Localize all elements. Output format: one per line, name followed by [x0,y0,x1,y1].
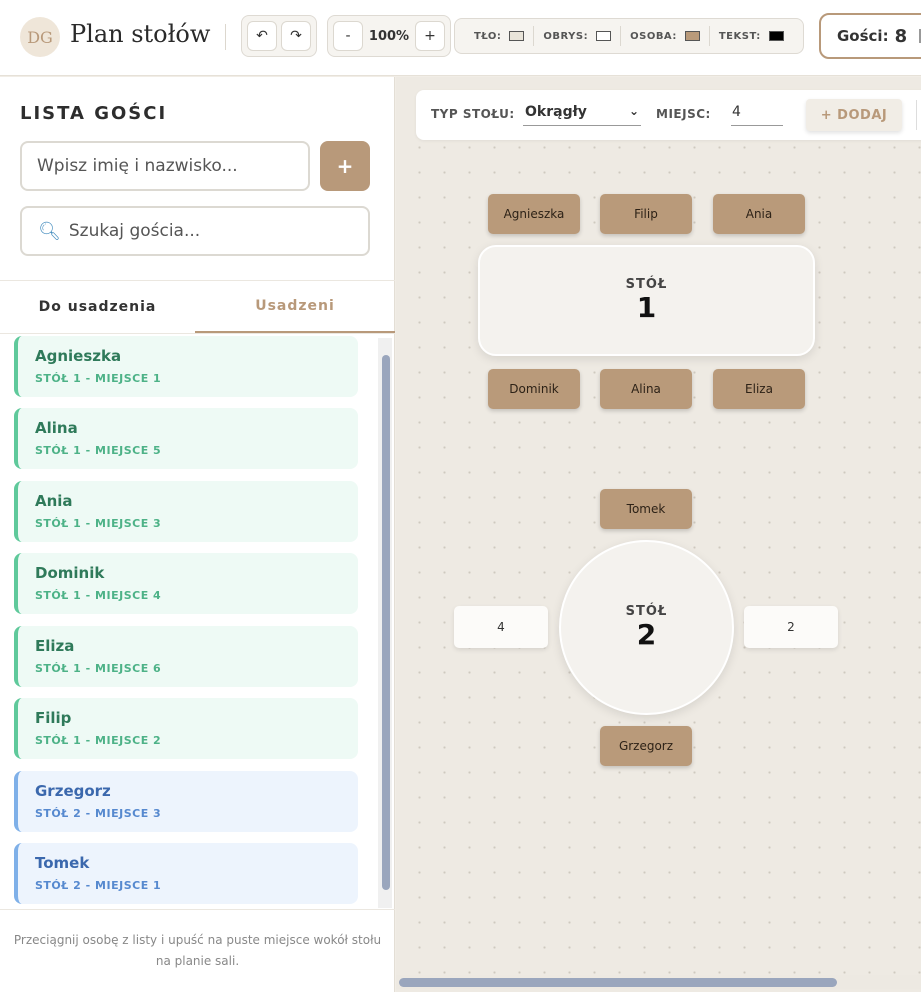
guest-card[interactable]: Tomek STÓŁ 2 - MIEJSCE 1 [14,843,358,904]
guest-name: Dominik [35,564,105,582]
seat[interactable]: Alina [600,369,692,409]
seat[interactable]: Tomek [600,489,692,529]
tab-unseated[interactable]: Do usadzenia [0,281,195,333]
guest-name: Eliza [35,637,75,655]
floor-plan-canvas[interactable]: TYP STOŁU: Okrągły ⌄ MIEJSC: 4 + DODAJ A… [396,77,921,992]
color-background[interactable]: TŁO: [465,26,535,46]
zoom-out-button[interactable]: - [333,21,363,51]
redo-button[interactable]: ↷ [281,21,311,51]
header-divider [225,24,226,50]
seat[interactable]: Filip [600,194,692,234]
seat[interactable]: Ania [713,194,805,234]
guest-sidebar: LISTA GOŚCI Wpisz imię i nazwisko... + 🔍… [0,77,395,992]
guest-name: Grzegorz [35,782,111,800]
guest-card[interactable]: Agnieszka STÓŁ 1 - MIEJSCE 1 [14,336,358,397]
add-guest-button[interactable]: + [320,141,370,191]
guest-name: Alina [35,419,78,437]
guest-name: Agnieszka [35,347,122,365]
guest-seat: STÓŁ 1 - MIEJSCE 2 [35,734,162,747]
guest-seat: STÓŁ 1 - MIEJSCE 6 [35,662,162,675]
help-text: Przeciągnij osobę z listy i upuść na pus… [13,933,382,968]
color-person[interactable]: OSOBA: [621,26,710,46]
seat[interactable]: Dominik [488,369,580,409]
guest-seat: STÓŁ 1 - MIEJSCE 5 [35,444,162,457]
seats-label: MIEJSC: [656,107,711,121]
undo-icon: ↶ [256,28,268,44]
guest-name-input[interactable]: Wpisz imię i nazwisko... [20,141,310,191]
zoom-controls: - 100% + [327,15,451,57]
color-label: OSOBA: [630,30,677,42]
table-type-label: TYP STOŁU: [431,107,515,121]
divider [0,909,395,910]
guest-card[interactable]: Grzegorz STÓŁ 2 - MIEJSCE 3 [14,771,358,832]
zoom-level: 100% [368,28,410,44]
table-number: 2 [636,618,657,651]
empty-seat[interactable]: 2 [744,606,838,648]
app-logo: DG [20,17,60,57]
guest-name: Filip [35,709,72,727]
guest-seat: STÓŁ 1 - MIEJSCE 1 [35,372,162,385]
color-swatch[interactable] [596,31,612,41]
seat[interactable]: Agnieszka [488,194,580,234]
color-label: TŁO: [474,30,502,42]
color-label: OBRYS: [543,30,589,42]
app-header: DG Plan stołów ↶ ↷ - 100% + TŁO: OBRYS: … [0,0,921,76]
search-icon: 🔍︎ [38,220,61,242]
guest-card[interactable]: Alina STÓŁ 1 - MIEJSCE 5 [14,408,358,469]
guest-count-label: Gości: [837,27,889,45]
table-type-value: Okrągły [525,103,587,120]
table-toolbar: TYP STOŁU: Okrągły ⌄ MIEJSC: 4 + DODAJ [416,90,921,140]
table-number: 1 [636,291,657,324]
guest-card[interactable]: Eliza STÓŁ 1 - MIEJSCE 6 [14,626,358,687]
table-label: STÓŁ [625,277,668,292]
seat[interactable]: Grzegorz [600,726,692,766]
table-label: STÓŁ [625,604,668,619]
guest-name: Tomek [35,854,90,872]
guest-count-value: 8 [894,25,908,47]
guest-card[interactable]: Filip STÓŁ 1 - MIEJSCE 2 [14,698,358,759]
guest-search-input[interactable]: 🔍︎ Szukaj gościa... [20,206,370,256]
toolbar-divider [916,100,917,130]
seat[interactable]: Eliza [713,369,805,409]
table-1[interactable]: STÓŁ 1 [478,245,815,356]
redo-icon: ↷ [290,28,302,44]
empty-seat[interactable]: 4 [454,606,548,648]
color-text[interactable]: TEKST: [710,26,793,46]
color-label: TEKST: [718,30,761,42]
add-table-button[interactable]: + DODAJ [806,99,902,131]
color-swatch[interactable] [684,31,700,41]
search-placeholder: Szukaj gościa... [68,221,201,241]
guest-name: Ania [35,492,73,510]
zoom-in-button[interactable]: + [415,21,445,51]
guest-list: Agnieszka STÓŁ 1 - MIEJSCE 1 Alina STÓŁ … [14,336,358,906]
tab-seated[interactable]: Usadzeni [195,281,395,333]
sidebar-title: LISTA GOŚCI [20,103,168,124]
seats-count-input[interactable]: 4 [731,98,783,126]
table-2[interactable]: STÓŁ 2 [559,540,734,715]
guest-seat: STÓŁ 2 - MIEJSCE 1 [35,879,162,892]
guest-card[interactable]: Ania STÓŁ 1 - MIEJSCE 3 [14,481,358,542]
guest-card[interactable]: Dominik STÓŁ 1 - MIEJSCE 4 [14,553,358,614]
color-settings: TŁO: OBRYS: OSOBA: TEKST: [454,18,804,54]
list-scrollbar-thumb[interactable] [382,355,390,890]
table-type-select[interactable]: Okrągły ⌄ [523,98,641,126]
guest-seat: STÓŁ 2 - MIEJSCE 3 [35,807,162,820]
color-swatch[interactable] [768,31,784,41]
canvas-scrollbar-thumb[interactable] [399,978,837,987]
guest-seat: STÓŁ 1 - MIEJSCE 4 [35,589,162,602]
guest-seat: STÓŁ 1 - MIEJSCE 3 [35,517,162,530]
divider [0,333,395,334]
app-title: Plan stołów [70,20,211,48]
undo-button[interactable]: ↶ [247,21,277,51]
chevron-down-icon: ⌄ [628,104,639,118]
history-controls: ↶ ↷ [241,15,317,57]
color-outline[interactable]: OBRYS: [534,26,622,46]
color-swatch[interactable] [509,31,525,41]
guest-count-badge: Gości: 8 [819,13,921,59]
